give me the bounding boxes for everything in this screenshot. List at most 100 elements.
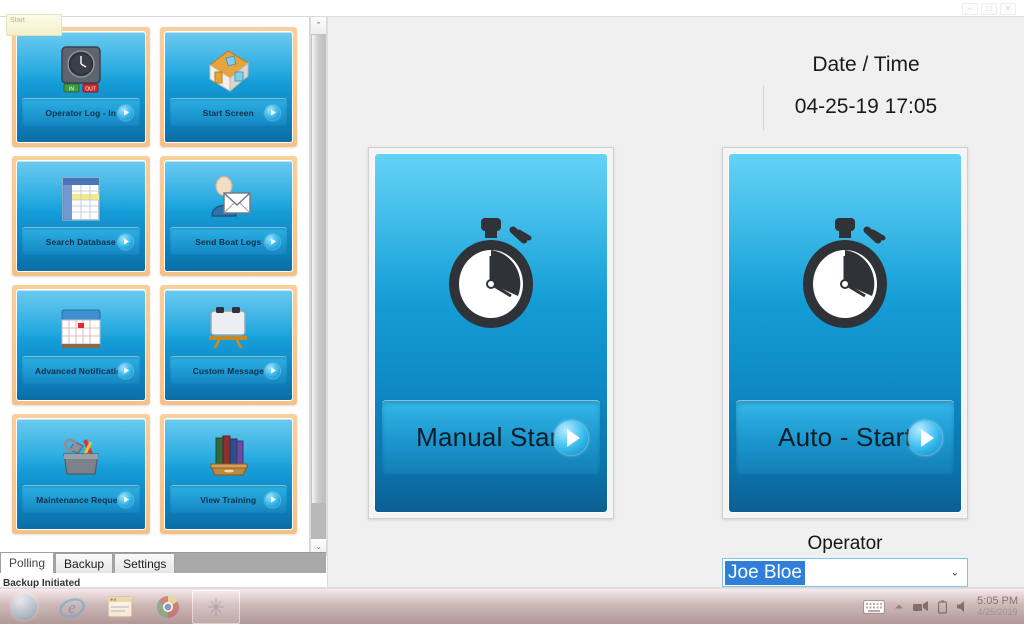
house-icon — [165, 40, 293, 100]
arrow-right-icon — [117, 492, 133, 507]
auto-start-button[interactable]: Auto - Start — [722, 147, 968, 519]
boat-logs-app-button[interactable] — [192, 589, 240, 624]
tile-custom-message[interactable]: Custom Message — [159, 285, 297, 405]
manual-start-label: Manual Start — [416, 422, 566, 452]
arrow-right-icon — [117, 105, 133, 120]
books-icon — [165, 427, 293, 487]
tile-label: Operator Log - In — [45, 107, 117, 118]
volume-icon — [957, 601, 965, 612]
tile-label-bar: Advanced Notification — [22, 356, 140, 384]
tab-polling[interactable]: Polling — [0, 552, 55, 573]
tile-label: View Training — [200, 494, 257, 505]
taskbar-clock[interactable]: 5:05 PM 4/25/2019 — [977, 594, 1018, 618]
operator-label: Operator — [807, 533, 883, 554]
internet-explorer-icon: e — [59, 598, 85, 618]
tile-label: Send Boat Logs — [195, 236, 262, 247]
tile-label: Start Screen — [202, 107, 254, 118]
arrow-right-icon — [554, 420, 588, 455]
arrow-right-icon — [117, 234, 133, 249]
arrow-right-icon — [265, 105, 280, 120]
tile-label: Search Database — [45, 236, 116, 247]
tile-grid: IN OUT Operator Log - In Start Screen Se… — [0, 17, 309, 544]
tab-backup[interactable]: Backup — [55, 553, 114, 573]
tile-advanced-notification[interactable]: Advanced Notification — [12, 285, 150, 405]
tile-label-bar: Custom Message — [169, 356, 287, 384]
window-app-icon — [107, 595, 133, 618]
tile-start-screen[interactable]: Start Screen — [159, 27, 297, 147]
left-panel-scrollbar[interactable]: ⌃ ⌄ — [310, 16, 327, 556]
maximize-button[interactable]: □ — [981, 3, 997, 15]
manual-start-button[interactable]: Manual Start — [368, 147, 614, 519]
scrollbar-track[interactable] — [311, 503, 326, 539]
start-orb-button[interactable] — [0, 590, 48, 624]
google-chrome-icon — [157, 595, 179, 618]
tile-view-training[interactable]: View Training — [159, 414, 297, 534]
stopwatch-icon — [729, 216, 961, 332]
scrollbar-thumb[interactable] — [311, 34, 326, 504]
minimize-button[interactable]: – — [962, 3, 978, 15]
google-chrome-button[interactable] — [144, 590, 192, 624]
show-hidden-icon — [895, 604, 904, 608]
close-button[interactable]: ✕ — [1000, 3, 1016, 15]
operator-selected-value: Joe Bloe — [725, 560, 805, 585]
tile-label: Maintenance Request — [36, 494, 126, 505]
tile-label-bar: Send Boat Logs — [169, 227, 287, 255]
svg-text:IN: IN — [69, 87, 74, 93]
calendar-icon — [17, 298, 145, 358]
tile-search-database[interactable]: Search Database — [12, 156, 150, 276]
tile-maintenance-request[interactable]: Maintenance Request — [12, 414, 150, 534]
tab-settings[interactable]: Settings — [114, 553, 176, 573]
action-label-bar: Auto - Start — [736, 400, 954, 474]
windows-taskbar: e 5:05 PM 4/25/2019 — [0, 588, 1024, 624]
tile-label-bar: Maintenance Request — [22, 485, 140, 513]
toolbox-icon — [17, 427, 145, 487]
person-envelope-icon — [165, 169, 293, 229]
window-controls: – □ ✕ — [962, 2, 1018, 16]
tile-operator-log-in[interactable]: IN OUT Operator Log - In — [12, 27, 150, 147]
tile-label: Custom Message — [192, 365, 264, 376]
corner-note-tab[interactable]: Start — [6, 14, 62, 36]
action-label-bar: Manual Start — [382, 400, 600, 474]
scroll-up-icon[interactable]: ⌃ — [311, 17, 326, 33]
arrow-right-icon — [265, 234, 280, 249]
system-tray: 5:05 PM 4/25/2019 — [863, 594, 1024, 618]
operator-block: Operator Joe Bloe ⌄ — [722, 533, 968, 587]
svg-text:OUT: OUT — [85, 87, 96, 93]
tab-strip: Polling Backup Settings — [0, 552, 326, 573]
clock-time: 5:05 PM — [977, 594, 1018, 607]
internet-explorer-button[interactable]: e — [48, 590, 96, 624]
auto-start-label: Auto - Start — [778, 422, 912, 452]
whiteboard-easel-icon — [165, 298, 293, 358]
datetime-block: Date / Time 04-25-19 17:05 — [736, 53, 996, 119]
arrow-right-icon — [117, 363, 133, 378]
operator-select[interactable]: Joe Bloe ⌄ — [722, 558, 968, 587]
keyboard-icon — [863, 599, 885, 614]
tile-label-bar: Operator Log - In — [22, 98, 140, 126]
start-orb-icon — [11, 593, 37, 620]
battery-icon — [938, 599, 948, 614]
navigation-tile-panel: IN OUT Operator Log - In Start Screen Se… — [0, 16, 310, 556]
clock-date: 4/25/2019 — [977, 606, 1018, 617]
status-bar: Backup Initiated — [0, 573, 326, 589]
window-app-button[interactable] — [96, 590, 144, 624]
tile-label-bar: Start Screen — [169, 98, 287, 126]
time-clock-icon: IN OUT — [17, 40, 145, 100]
arrow-right-icon — [265, 363, 280, 378]
tile-label-bar: View Training — [169, 485, 287, 513]
tile-send-boat-logs[interactable]: Send Boat Logs — [159, 156, 297, 276]
boat-logs-app-icon — [208, 597, 224, 616]
arrow-right-icon — [908, 420, 942, 455]
main-content-panel: Date / Time 04-25-19 17:05 Manual Start … — [327, 16, 1024, 588]
svg-text:e: e — [68, 598, 76, 617]
tile-label-bar: Search Database — [22, 227, 140, 255]
network-icon — [913, 601, 929, 611]
arrow-right-icon — [265, 492, 280, 507]
datetime-value: 04-25-19 17:05 — [794, 95, 938, 118]
stopwatch-icon — [375, 216, 607, 332]
chevron-down-icon: ⌄ — [950, 567, 959, 578]
tile-label: Advanced Notification — [34, 365, 127, 376]
corner-note-label: Start — [10, 17, 25, 24]
application-screen: – □ ✕ Start IN OUT Operator Log - In Sta… — [0, 0, 1024, 624]
spreadsheet-icon — [17, 169, 145, 229]
datetime-label: Date / Time — [812, 53, 920, 76]
